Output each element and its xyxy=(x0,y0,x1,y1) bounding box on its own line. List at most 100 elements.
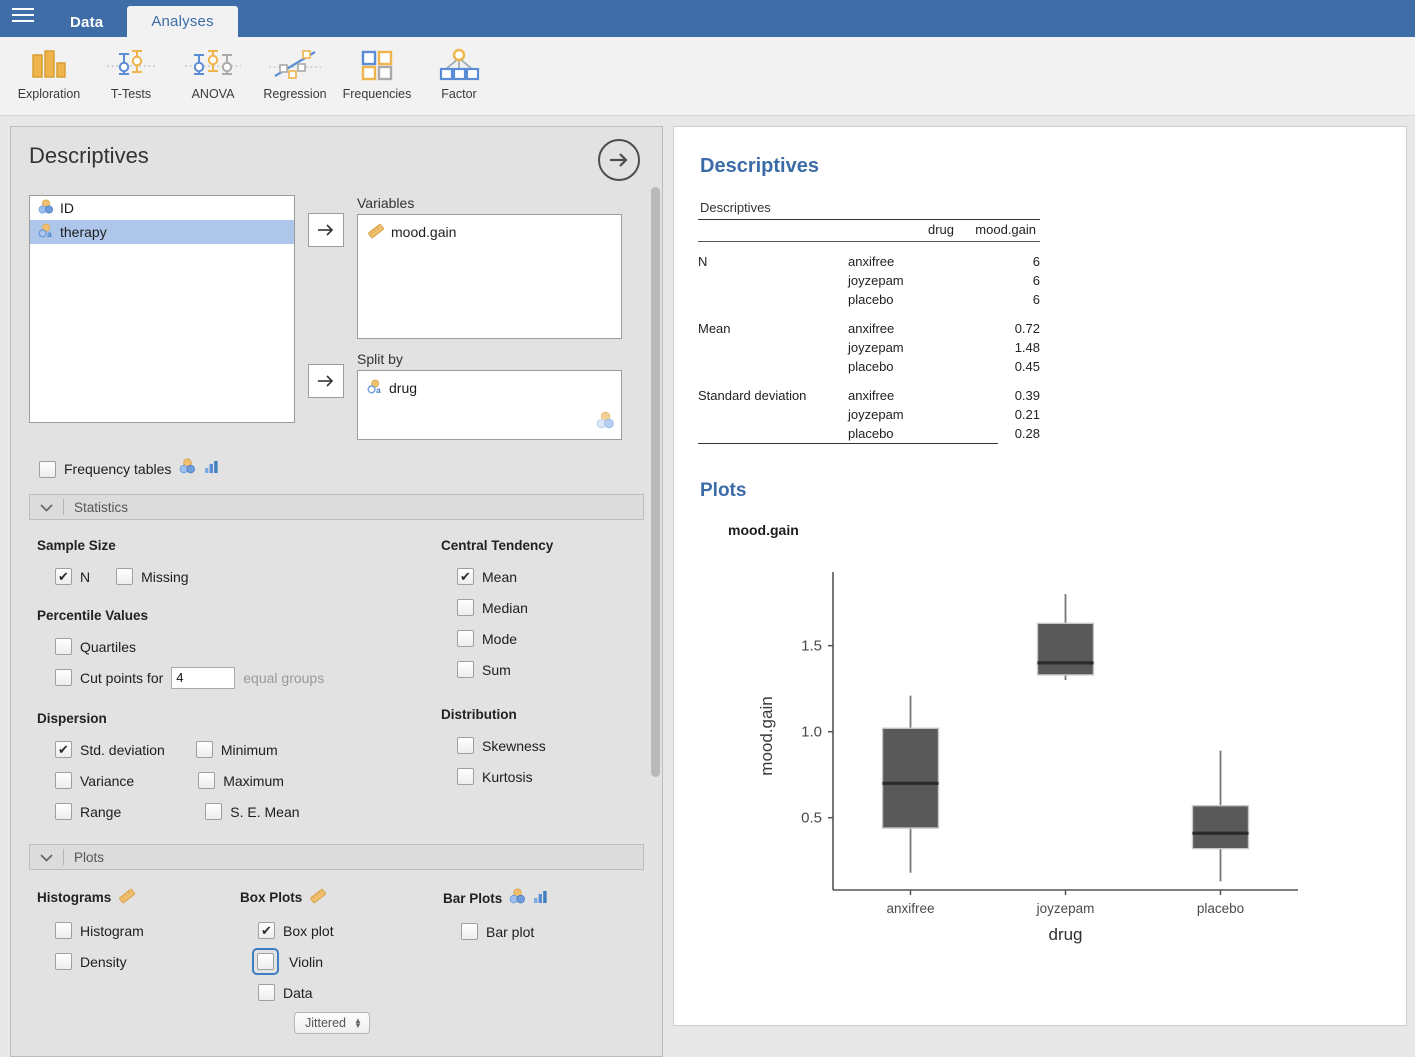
checkbox-row-bar-plot[interactable]: Bar plot xyxy=(435,916,638,947)
box xyxy=(881,727,940,829)
statistics-right-column: Central Tendency Mean Median Mode Sum xyxy=(433,532,644,827)
ribbon-label: Regression xyxy=(263,87,327,101)
checkbox-row-histogram[interactable]: Histogram xyxy=(29,915,232,946)
variable-item-therapy[interactable]: a therapy xyxy=(30,220,294,244)
table-row: joyzepam 1.48 xyxy=(698,338,1040,357)
hamburger-menu-icon[interactable] xyxy=(0,0,46,33)
checkbox-range-wrap[interactable]: Range xyxy=(55,803,121,820)
checkbox-cut-points[interactable] xyxy=(55,669,72,686)
box xyxy=(1036,622,1095,676)
section-header-statistics[interactable]: Statistics xyxy=(29,494,644,520)
checkbox-density[interactable] xyxy=(55,953,72,970)
group-title-distribution: Distribution xyxy=(441,707,517,722)
checkbox-missing-wrap[interactable]: Missing xyxy=(116,568,189,585)
ribbon-button-factor[interactable]: Factor xyxy=(418,37,500,101)
checkbox-variance-wrap[interactable]: Variance xyxy=(55,772,134,789)
checkbox-median[interactable] xyxy=(457,599,474,616)
ribbon-button-regression[interactable]: Regression xyxy=(254,37,336,101)
group-title-sample-size: Sample Size xyxy=(37,538,116,553)
boxplot-figure: 0.5 1.0 1.5 mood.gain anxifree joyzepam placeb… xyxy=(698,560,1318,960)
checkbox-n[interactable] xyxy=(55,568,72,585)
checkbox-row-density[interactable]: Density xyxy=(29,946,232,977)
checkbox-histogram[interactable] xyxy=(55,922,72,939)
frequency-tables-row[interactable]: Frequency tables xyxy=(11,440,662,480)
checkbox-se-mean-wrap[interactable]: S. E. Mean xyxy=(205,803,300,820)
available-variables-list[interactable]: ID a therapy xyxy=(29,195,295,423)
tab-analyses[interactable]: Analyses xyxy=(127,6,238,37)
checkbox-minimum[interactable] xyxy=(195,741,213,758)
dispersion-row-2: Variance Maximum xyxy=(29,765,433,796)
checkbox-row-median[interactable]: Median xyxy=(433,592,644,623)
checkbox-row-mean[interactable]: Mean xyxy=(433,561,644,592)
focus-ring xyxy=(252,948,279,975)
section-header-plots[interactable]: Plots xyxy=(29,844,644,870)
checkbox-minimum-wrap[interactable]: Minimum xyxy=(195,741,278,758)
checkbox-maximum[interactable] xyxy=(198,772,216,789)
checkbox-se-mean[interactable] xyxy=(205,803,223,820)
checkbox-row-data[interactable]: Data xyxy=(232,977,435,1008)
checkbox-bar-plot[interactable] xyxy=(461,923,478,940)
workspace: Descriptives ID a therapy Variables mood… xyxy=(0,116,1415,1057)
descriptives-options-panel: Descriptives ID a therapy Variables mood… xyxy=(10,126,663,1057)
cell-drug: placebo xyxy=(848,426,894,441)
assign-to-split-by-button[interactable] xyxy=(308,364,344,398)
checkbox-n-wrap[interactable]: N xyxy=(55,568,90,585)
arrow-right-circle-icon[interactable] xyxy=(598,139,640,181)
label-range: Range xyxy=(80,803,122,820)
checkbox-data[interactable] xyxy=(258,984,275,1001)
checkbox-variance[interactable] xyxy=(55,772,72,789)
checkbox-row-violin[interactable]: Violin xyxy=(232,946,435,977)
checkbox-row-mode[interactable]: Mode xyxy=(433,623,644,654)
assigned-variable-drug[interactable]: a drug xyxy=(358,377,621,399)
options-scrollbar[interactable] xyxy=(651,187,660,1056)
checkbox-row-box-plot[interactable]: Box plot xyxy=(232,915,435,946)
checkbox-mean[interactable] xyxy=(457,568,474,585)
chevron-down-icon[interactable] xyxy=(40,500,53,515)
ribbon-button-exploration[interactable]: Exploration xyxy=(8,37,90,101)
cell-stat xyxy=(698,290,848,309)
spinner-arrows-icon[interactable]: ▲ ▼ xyxy=(354,1017,362,1030)
variable-item-id[interactable]: ID xyxy=(30,196,294,220)
options-scrollbar-thumb[interactable] xyxy=(651,187,660,777)
x-tick-label: joyzepam xyxy=(1036,901,1095,916)
checkbox-std-deviation[interactable] xyxy=(55,741,72,758)
checkbox-skewness[interactable] xyxy=(457,737,474,754)
checkbox-kurtosis[interactable] xyxy=(457,768,474,785)
checkbox-row-quartiles[interactable]: Quartiles xyxy=(29,631,433,662)
checkbox-row-skewness[interactable]: Skewness xyxy=(433,730,644,761)
checkbox-range[interactable] xyxy=(55,803,72,820)
checkbox-quartiles[interactable] xyxy=(55,638,72,655)
checkbox-missing[interactable] xyxy=(116,568,134,585)
checkbox-row-kurtosis[interactable]: Kurtosis xyxy=(433,761,644,792)
checkbox-maximum-wrap[interactable]: Maximum xyxy=(198,772,284,789)
label-mean: Mean xyxy=(482,568,518,585)
assign-buttons-column xyxy=(295,195,357,440)
ribbon-button-frequencies[interactable]: Frequencies xyxy=(336,37,418,101)
checkbox-sum[interactable] xyxy=(457,661,474,678)
label-skewness: Skewness xyxy=(482,737,546,754)
assign-to-variables-button[interactable] xyxy=(308,213,344,247)
label-kurtosis: Kurtosis xyxy=(482,768,533,785)
variables-box[interactable]: mood.gain xyxy=(357,214,622,339)
checkbox-box-plot[interactable] xyxy=(258,922,275,939)
cell-value: 0.28 xyxy=(1014,426,1040,441)
label-density: Density xyxy=(80,953,127,970)
checkbox-violin[interactable] xyxy=(257,953,274,970)
tab-data[interactable]: Data xyxy=(46,7,127,37)
assigned-variable-mood-gain[interactable]: mood.gain xyxy=(358,221,621,243)
y-axis-title: mood.gain xyxy=(757,696,776,775)
checkbox-mode[interactable] xyxy=(457,630,474,647)
ribbon-button-anova[interactable]: ANOVA xyxy=(172,37,254,101)
checkbox-std-deviation-wrap[interactable]: Std. deviation xyxy=(55,741,165,758)
continuous-icon xyxy=(367,223,385,242)
results-panel[interactable]: Descriptives Descriptives drug mood.gain… xyxy=(673,126,1407,1026)
split-by-box[interactable]: a drug xyxy=(357,370,622,440)
box xyxy=(1191,804,1250,850)
ribbon-button-t-tests[interactable]: T-Tests xyxy=(90,37,172,101)
chevron-down-icon[interactable] xyxy=(40,850,53,865)
checkbox-row-cut-points[interactable]: Cut points for equal groups xyxy=(29,662,433,693)
data-style-select[interactable]: Jittered ▲ ▼ xyxy=(294,1012,370,1034)
cut-points-input[interactable] xyxy=(171,666,236,689)
checkbox-row-sum[interactable]: Sum xyxy=(433,654,644,685)
frequency-tables-checkbox[interactable] xyxy=(39,460,56,478)
